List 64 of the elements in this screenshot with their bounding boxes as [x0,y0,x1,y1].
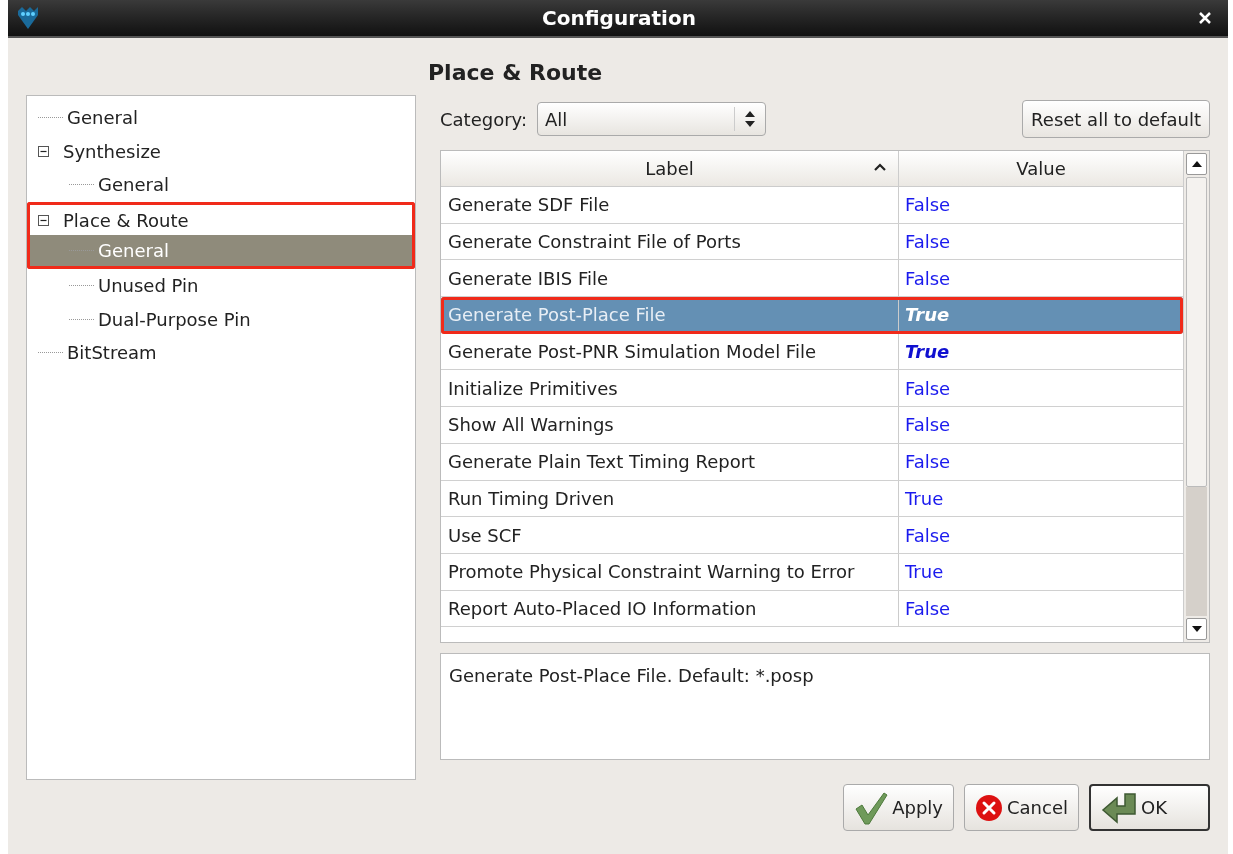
scrollbar[interactable] [1183,151,1209,642]
sort-ascending-icon[interactable] [874,163,886,171]
table-cell: Run Timing Driven [441,480,899,517]
table-row[interactable]: Run Timing Driven True [441,480,1183,518]
table-cell: Report Auto-Placed IO Information [441,590,899,627]
cancel-button[interactable]: Cancel [964,784,1079,831]
checkmark-icon [854,790,889,825]
app-logo-icon [16,7,40,29]
table-row[interactable]: Generate Post-PNR Simulation Model File True [441,333,1183,371]
table-cell-text: False [904,266,952,291]
table-row[interactable]: Generate SDF File False [441,187,1183,224]
table-cell-text: False [904,413,952,438]
category-label: Category: [440,107,527,132]
ok-button[interactable]: OK [1089,784,1210,831]
tree-item[interactable]: Dual-Purpose Pin [27,302,415,337]
column-header[interactable]: Value [899,151,1183,186]
table-cell: Generate Constraint File of Ports [441,223,899,260]
tree-item[interactable]: General [27,101,415,135]
table-row[interactable]: Generate Constraint File of Ports False [441,223,1183,261]
description-box: Generate Post-Place File. Default: *.posp [440,653,1210,760]
table-cell-text: False [904,230,952,255]
table-cell-text: True [904,303,951,328]
page-title: Place & Route [428,59,604,87]
table-row[interactable]: Report Auto-Placed IO Information False [441,590,1183,628]
table-cell: Use SCF [441,517,899,553]
window-title: Configuration [541,5,697,32]
tree-item[interactable]: BitStream [27,336,415,370]
table-cell-text: True [904,340,951,365]
table-cell-text: True [904,560,945,585]
tree-item[interactable]: Synthesize [27,134,415,169]
close-icon[interactable] [1198,11,1212,25]
collapse-icon[interactable] [38,145,49,157]
return-arrow-icon [1101,791,1137,824]
table-cell: Generate SDF File [441,187,899,223]
table-cell-text: False [904,596,952,621]
scrollbar-thumb[interactable] [1186,177,1207,487]
tree-item[interactable]: General [27,168,415,202]
table-row[interactable]: Use SCF False [441,517,1183,554]
collapse-icon[interactable] [38,214,49,226]
table-cell: Promote Physical Constraint Warning to Error [441,553,899,590]
category-dropdown[interactable]: All [537,102,766,136]
table-cell: Initialize Primitives [441,370,899,407]
table-row[interactable]: Promote Physical Constraint Warning to Error True [441,553,1183,591]
table-row[interactable]: Initialize Primitives False [441,370,1183,408]
table-row[interactable]: Show All Warnings False [441,407,1183,444]
column-header[interactable]: Label [441,151,899,186]
table-cell: Generate Post-PNR Simulation Model File [441,333,899,370]
table-cell-text: True [904,486,945,511]
tree-item[interactable]: Unused Pin [27,268,415,303]
spinner-arrows-icon [744,110,756,128]
scroll-down-icon[interactable] [1191,626,1202,632]
table-cell: Generate IBIS File [441,260,899,297]
table-row[interactable]: Generate Plain Text Timing Report False [441,443,1183,481]
table-cell-text: False [904,193,952,218]
table-cell: Generate Plain Text Timing Report [441,443,899,480]
apply-button[interactable]: Apply [843,784,954,831]
table-cell: Show All Warnings [441,407,899,443]
table-cell: Generate Post-Place File [441,297,899,333]
error-icon [975,793,1003,822]
table-cell-text: False [904,523,952,548]
table-cell-text: False [904,450,952,475]
scroll-up-icon[interactable] [1191,161,1202,167]
table-cell-text: False [904,376,952,401]
reset-all-button[interactable]: Reset all to default [1022,100,1210,138]
